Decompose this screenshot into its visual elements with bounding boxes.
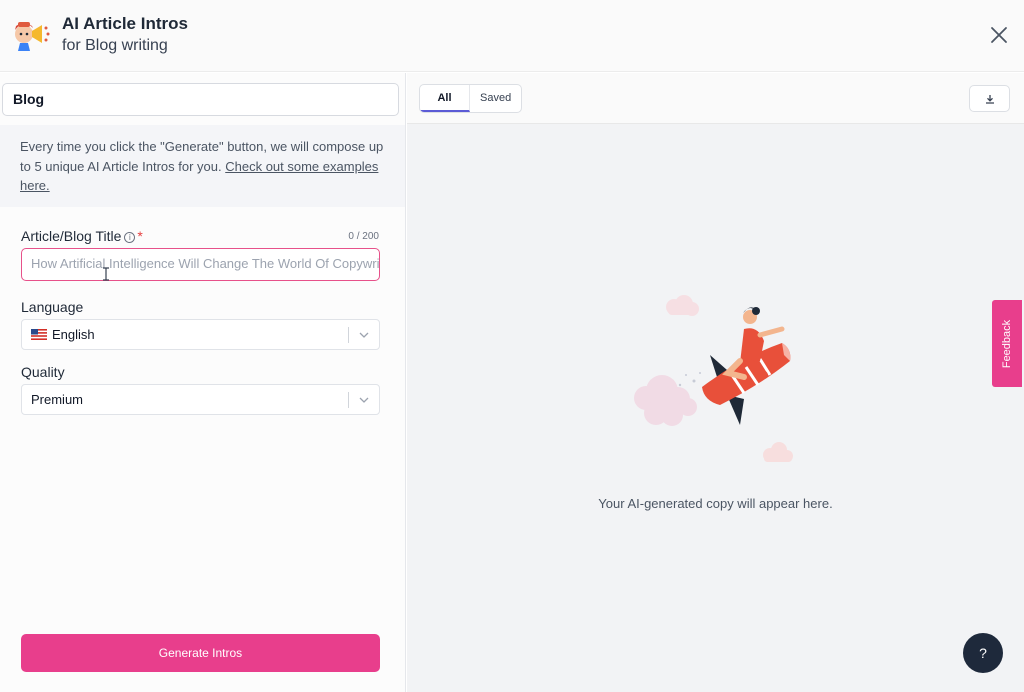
select-separator <box>348 392 349 408</box>
modal-header: AI Article Intros for Blog writing <box>0 0 1024 72</box>
language-select[interactable]: English <box>21 319 380 350</box>
title-field-label: Article/Blog Title i * <box>21 228 143 244</box>
char-counter: 0 / 200 <box>348 231 379 242</box>
article-title-input[interactable]: How Artificial Intelligence Will Change … <box>21 248 380 281</box>
output-panel: All Saved Your AI-generated copy will ap… <box>407 73 1024 692</box>
feedback-tab[interactable]: Feedback <box>992 300 1022 387</box>
app-subtitle: for Blog writing <box>62 37 168 54</box>
output-toolbar: All Saved <box>407 73 1024 124</box>
app-title: AI Article Intros <box>62 14 188 33</box>
close-icon[interactable] <box>986 22 1012 48</box>
quality-select[interactable]: Premium <box>21 384 380 415</box>
generate-intros-button[interactable]: Generate Intros <box>21 634 380 672</box>
text-cursor-icon <box>103 267 109 281</box>
language-value: English <box>52 327 95 342</box>
tab-all[interactable]: All <box>420 85 470 112</box>
required-mark: * <box>137 228 143 244</box>
chevron-down-icon <box>359 397 369 403</box>
chevron-down-icon <box>359 332 369 338</box>
input-panel: Blog Every time you click the "Generate"… <box>0 73 406 692</box>
output-tabs: All Saved <box>419 84 523 113</box>
language-label: Language <box>21 299 84 315</box>
us-flag-icon <box>31 329 47 340</box>
tab-saved[interactable]: Saved <box>470 85 521 112</box>
download-button[interactable] <box>969 85 1010 112</box>
megaphone-mascot-icon <box>15 22 50 51</box>
feedback-label: Feedback <box>1001 319 1013 368</box>
topic-field[interactable]: Blog <box>2 83 399 116</box>
download-icon <box>986 95 994 104</box>
quality-label: Quality <box>21 364 65 380</box>
select-separator <box>348 327 349 343</box>
quality-value: Premium <box>31 392 84 407</box>
info-icon[interactable]: i <box>124 232 136 243</box>
rocket-rider-illustration <box>634 295 793 462</box>
title-label-text: Article/Blog Title <box>21 228 122 244</box>
empty-state-text: Your AI-generated copy will appear here. <box>598 496 833 511</box>
help-button[interactable]: ? <box>963 633 1003 673</box>
info-box: Every time you click the "Generate" butt… <box>0 125 405 207</box>
